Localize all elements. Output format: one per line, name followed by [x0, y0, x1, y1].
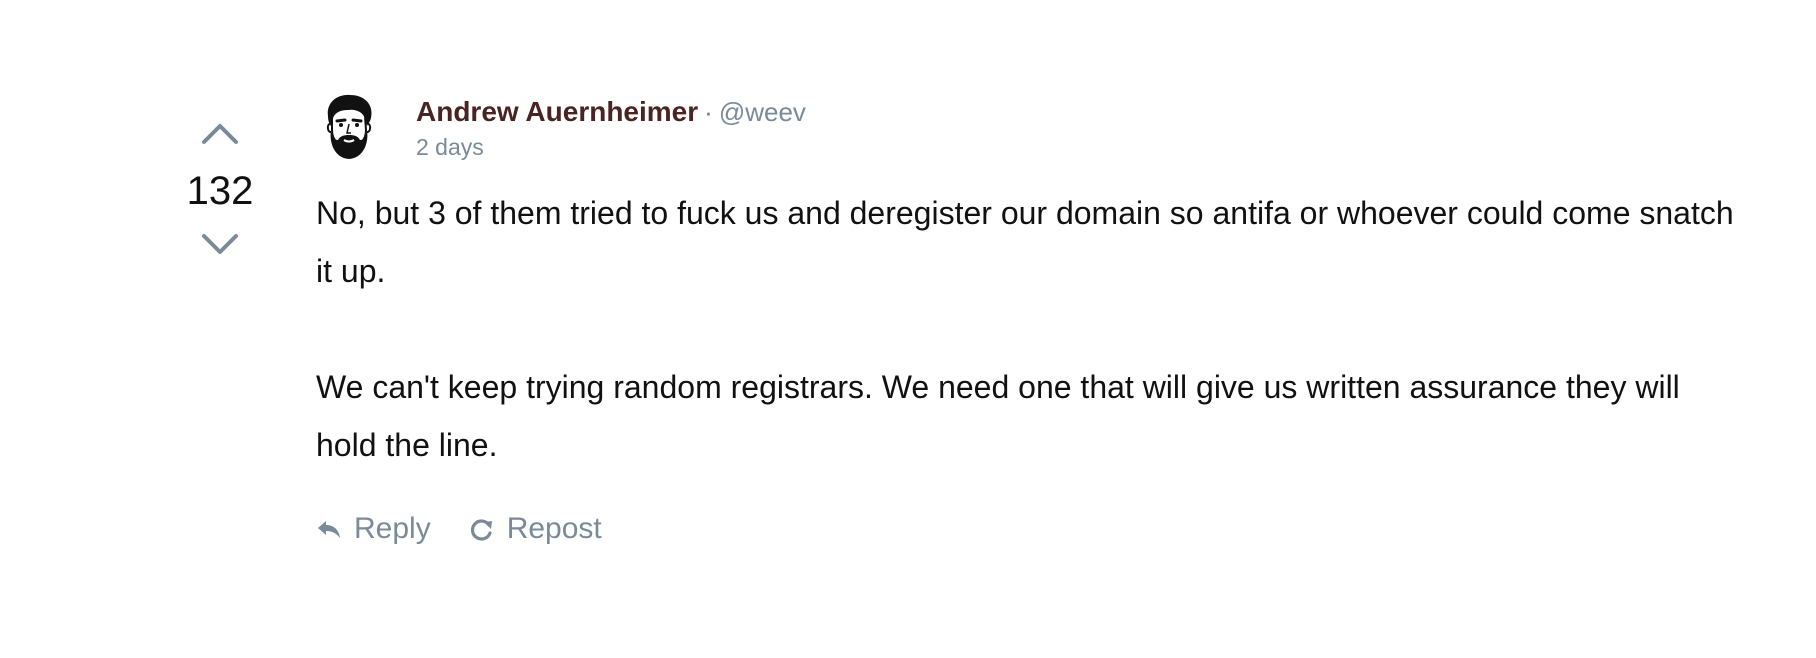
post-body: No, but 3 of them tried to fuck us and d… — [316, 184, 1736, 474]
author-name[interactable]: Andrew Auernheimer — [416, 96, 698, 127]
repost-icon — [470, 519, 492, 541]
upvote-button[interactable] — [198, 118, 242, 148]
post-paragraph: No, but 3 of them tried to fuck us and d… — [316, 195, 1734, 289]
chevron-up-icon — [202, 124, 238, 144]
post-actions: Reply Repost — [316, 512, 640, 546]
post-timestamp[interactable]: 2 days — [416, 134, 484, 161]
comment-post: 132 Andrew Auernheimer · @weev 2 days No, … — [0, 0, 1816, 658]
post-header: Andrew Auernheimer · @weev — [416, 96, 806, 128]
post-paragraph: We can't keep trying random registrars. … — [316, 369, 1680, 463]
vote-count: 132 — [186, 169, 254, 213]
reply-button[interactable]: Reply — [316, 512, 431, 546]
author-handle[interactable]: @weev — [719, 97, 806, 127]
reply-label: Reply — [354, 512, 431, 545]
repost-button[interactable]: Repost — [469, 512, 602, 546]
avatar[interactable] — [318, 94, 380, 160]
repost-label: Repost — [506, 512, 602, 545]
reply-icon — [318, 521, 340, 538]
header-separator: · — [704, 97, 713, 127]
chevron-down-icon — [202, 234, 238, 254]
downvote-button[interactable] — [198, 230, 242, 260]
vote-column: 132 — [170, 118, 270, 260]
